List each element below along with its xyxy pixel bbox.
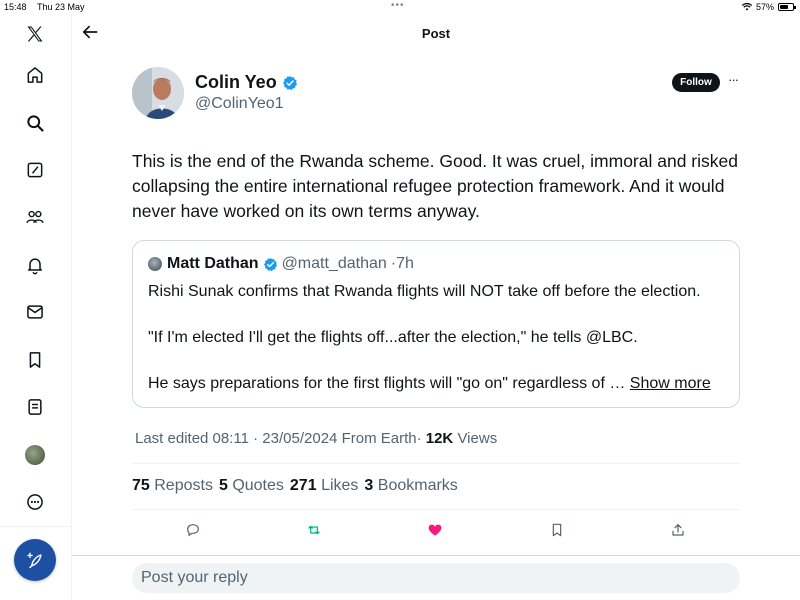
repost-button[interactable]: [305, 521, 323, 539]
reply-input[interactable]: Post your reply: [132, 563, 740, 593]
profile-avatar[interactable]: [25, 445, 45, 465]
divider: [132, 509, 740, 510]
post-text: This is the end of the Rwanda scheme. Go…: [132, 151, 738, 221]
post-stats: 75 Reposts 5 Quotes 271 Likes 3 Bookmark…: [132, 477, 458, 495]
heart-icon: [428, 524, 442, 536]
status-time: 15:48: [4, 2, 27, 12]
arrow-left-icon: [82, 25, 98, 39]
bookmark-icon: [552, 523, 562, 537]
post-meta: Last edited 08:11 · 23/05/2024 From Eart…: [135, 430, 497, 447]
quotes-stat[interactable]: 5 Quotes: [219, 477, 284, 495]
bookmarks-stat[interactable]: 3 Bookmarks: [364, 477, 457, 495]
likes-count: 271: [289, 477, 317, 494]
back-button[interactable]: [80, 22, 100, 42]
grok-icon[interactable]: [21, 156, 49, 184]
nav-rail: [0, 14, 72, 600]
quoted-post-time: ·7h: [390, 255, 414, 272]
battery-percent: 57%: [755, 2, 774, 12]
quoted-post[interactable]: Matt Dathan @matt_dathan ·7h Rishi Sunak …: [132, 240, 740, 408]
notifications-icon[interactable]: [21, 251, 49, 279]
quotes-count: 5: [218, 477, 228, 494]
compose-button[interactable]: [14, 539, 56, 581]
lists-icon[interactable]: [21, 393, 49, 421]
home-icon[interactable]: [21, 61, 49, 89]
share-button[interactable]: [669, 521, 687, 539]
likes-label: Likes: [321, 477, 359, 494]
search-icon[interactable]: [21, 109, 49, 137]
bookmark-button[interactable]: [548, 521, 566, 539]
feather-plus-icon: [27, 552, 42, 569]
communities-icon[interactable]: [21, 203, 49, 231]
author-name-row: Colin Yeo: [195, 72, 298, 93]
quotes-label: Quotes: [232, 477, 284, 494]
post-source: From Earth: [341, 430, 417, 447]
bookmarks-label: Bookmarks: [377, 477, 458, 494]
reply-button[interactable]: [184, 521, 202, 539]
views-label: Views: [457, 430, 498, 447]
rail-divider: [0, 526, 72, 527]
quoted-post-body: Rishi Sunak confirms that Rwanda flights…: [148, 280, 728, 395]
quoted-author-avatar: [148, 257, 162, 271]
battery-icon: [778, 3, 796, 11]
verified-badge-icon: [263, 257, 277, 271]
reposts-stat[interactable]: 75 Reposts: [132, 477, 213, 495]
quoted-post-line-text: He says preparations for the first fligh…: [148, 375, 626, 392]
author-name[interactable]: Colin Yeo: [195, 72, 277, 93]
like-button[interactable]: [426, 521, 444, 539]
verified-badge-icon: [282, 75, 297, 90]
meta-separator: ·: [416, 430, 422, 447]
show-more-link[interactable]: Show more: [630, 375, 711, 392]
reposts-count: 75: [132, 477, 150, 494]
more-options-icon[interactable]: ···: [725, 72, 741, 88]
reply-icon: [187, 524, 199, 536]
more-icon[interactable]: [21, 488, 49, 516]
x-logo-icon[interactable]: [21, 20, 49, 48]
likes-stat[interactable]: 271 Likes: [290, 477, 359, 495]
quoted-post-line: "If I'm elected I'll get the flights off…: [148, 329, 638, 346]
follow-button[interactable]: Follow: [672, 73, 720, 92]
quoted-post-line: He says preparations for the first fligh…: [148, 372, 728, 395]
status-date: Thu 23 May: [37, 2, 85, 12]
author-avatar[interactable]: [132, 67, 184, 119]
repost-icon: [308, 525, 320, 535]
status-bar: 15:48 Thu 23 May ••• 57%: [0, 0, 800, 14]
share-icon: [672, 524, 684, 536]
views-count: 12K: [425, 430, 454, 447]
status-indicators: 57%: [741, 2, 796, 12]
reply-divider: [72, 555, 800, 556]
quoted-post-line: Rishi Sunak confirms that Rwanda flights…: [148, 283, 701, 300]
edited-timestamp[interactable]: Last edited 08:11 · 23/05/2024: [135, 430, 337, 447]
wifi-icon: [741, 3, 752, 11]
quoted-author-handle: @matt_dathan: [281, 255, 387, 272]
messages-icon[interactable]: [21, 298, 49, 326]
bookmarks-count: 3: [364, 477, 374, 494]
quoted-author-name: Matt Dathan: [167, 255, 259, 272]
quoted-post-header: Matt Dathan @matt_dathan ·7h: [148, 255, 414, 273]
reposts-label: Reposts: [154, 477, 213, 494]
page-title: Post: [421, 26, 451, 41]
bookmarks-icon[interactable]: [21, 346, 49, 374]
divider: [132, 463, 740, 464]
author-handle[interactable]: @ColinYeo1: [195, 95, 284, 113]
multitasking-dots-icon[interactable]: •••: [391, 0, 405, 11]
